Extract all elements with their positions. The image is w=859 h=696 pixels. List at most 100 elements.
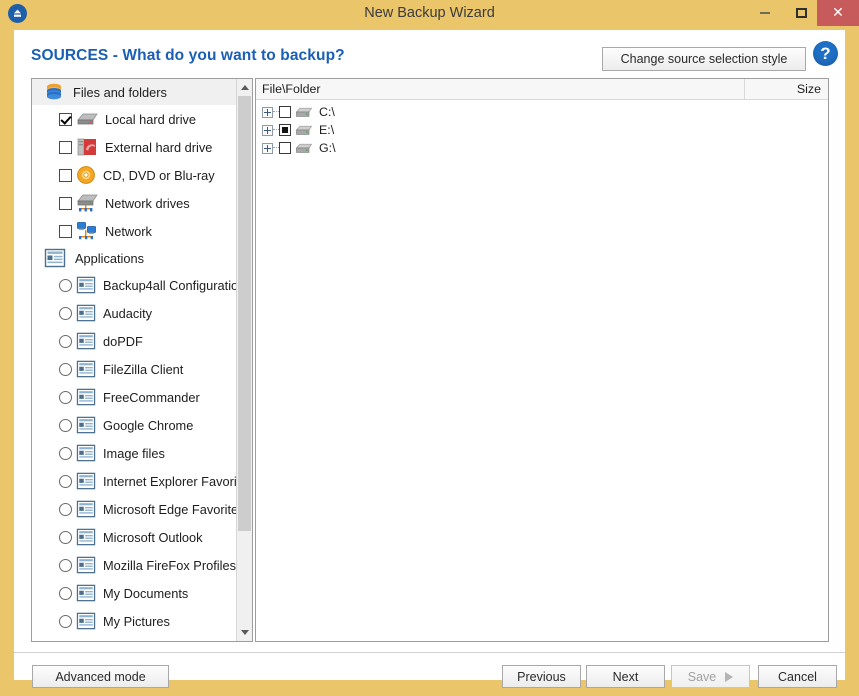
advanced-mode-button[interactable]: Advanced mode [32, 665, 169, 688]
application-item-mozilla-firefox-profiles[interactable]: Mozilla FireFox Profiles [32, 551, 236, 579]
application-item-label: FreeCommander [103, 389, 200, 405]
application-document-icon [44, 248, 66, 268]
sources-list-panel: Files and folders Local hard drive Exter… [31, 78, 253, 642]
scroll-up-arrow-button[interactable] [237, 79, 252, 96]
application-radio[interactable] [59, 474, 72, 488]
page-title: SOURCES - What do you want to backup? [31, 47, 345, 64]
application-radio[interactable] [59, 390, 72, 404]
tree-item-label: C:\ [319, 105, 335, 119]
source-checkbox-local-hard-drive[interactable] [59, 112, 72, 126]
maximize-button[interactable] [786, 0, 816, 26]
hard-drive-icon [77, 113, 98, 125]
sources-group-files-and-folders[interactable]: Files and folders [32, 79, 236, 105]
application-item-internet-explorer-favorites[interactable]: Internet Explorer Favorite [32, 467, 236, 495]
title-bar: New Backup Wizard ✕ [0, 0, 859, 26]
save-button[interactable]: Save [671, 665, 750, 688]
previous-button[interactable]: Previous [502, 665, 581, 688]
application-item-label: Mozilla FireFox Profiles [103, 557, 236, 573]
application-item-my-pictures[interactable]: My Pictures [32, 607, 236, 635]
application-item-microsoft-outlook[interactable]: Microsoft Outlook [32, 523, 236, 551]
source-item-label: CD, DVD or Blu-ray [103, 167, 215, 183]
source-checkbox-network[interactable] [59, 224, 72, 238]
column-header-size[interactable]: Size [745, 79, 828, 99]
application-item-freecommander[interactable]: FreeCommander [32, 383, 236, 411]
application-item-my-documents[interactable]: My Documents [32, 579, 236, 607]
application-document-icon [76, 556, 96, 574]
expand-plus-icon[interactable] [262, 124, 273, 136]
expand-plus-icon[interactable] [262, 142, 273, 154]
source-checkbox-cd-dvd-bluray[interactable] [59, 168, 72, 182]
sources-group-applications[interactable]: Applications [32, 245, 236, 271]
application-item-image-files[interactable]: Image files [32, 439, 236, 467]
application-document-icon [76, 276, 96, 294]
table-row[interactable]: C:\ [256, 103, 828, 121]
application-document-icon [76, 500, 96, 518]
application-radio[interactable] [59, 418, 72, 432]
application-item-label: Image files [103, 445, 165, 461]
application-item-audacity[interactable]: Audacity [32, 299, 236, 327]
application-radio[interactable] [59, 446, 72, 460]
source-item-local-hard-drive[interactable]: Local hard drive [32, 105, 236, 133]
drive-icon [295, 143, 313, 153]
file-tree-body: C:\ E:\ G:\ [256, 100, 828, 157]
scroll-down-arrow-button[interactable] [237, 624, 252, 641]
source-checkbox-external-hard-drive[interactable] [59, 140, 72, 154]
table-row[interactable]: E:\ [256, 121, 828, 139]
application-radio[interactable] [59, 306, 72, 320]
application-radio[interactable] [59, 614, 72, 628]
change-source-selection-style-button[interactable]: Change source selection style [602, 47, 806, 71]
application-item-label: My Pictures [103, 613, 170, 629]
application-document-icon [76, 584, 96, 602]
application-radio[interactable] [59, 558, 72, 572]
application-item-filezilla-client[interactable]: FileZilla Client [32, 355, 236, 383]
application-document-icon [76, 304, 96, 322]
save-button-label: Save [687, 669, 717, 684]
database-stack-icon [47, 83, 61, 100]
tree-checkbox-c-drive[interactable] [279, 106, 291, 118]
sources-group-label: Applications [75, 250, 145, 266]
help-button[interactable]: ? [813, 41, 838, 66]
application-radio[interactable] [59, 334, 72, 348]
application-radio[interactable] [59, 586, 72, 600]
minimize-button[interactable] [750, 0, 780, 26]
source-item-network[interactable]: Network [32, 217, 236, 245]
source-item-external-hard-drive[interactable]: External hard drive [32, 133, 236, 161]
column-header-file-folder[interactable]: File\Folder [256, 79, 745, 99]
source-item-cd-dvd-bluray[interactable]: CD, DVD or Blu-ray [32, 161, 236, 189]
next-button[interactable]: Next [586, 665, 665, 688]
external-drive-icon [77, 138, 96, 156]
network-icon [77, 222, 96, 240]
application-item-google-chrome[interactable]: Google Chrome [32, 411, 236, 439]
close-button[interactable]: ✕ [817, 0, 859, 26]
application-item-label: My Documents [103, 585, 189, 601]
sources-group-label: Files and folders [73, 84, 167, 100]
content-card: SOURCES - What do you want to backup? Ch… [14, 30, 845, 688]
scroll-down-arrow-icon [240, 630, 249, 635]
save-dropdown-arrow-icon[interactable] [725, 671, 734, 682]
source-checkbox-network-drives[interactable] [59, 196, 72, 210]
application-item-dopdf[interactable]: doPDF [32, 327, 236, 355]
application-document-icon [76, 360, 96, 378]
application-radio[interactable] [59, 362, 72, 376]
application-radio[interactable] [59, 278, 72, 292]
scrollbar-thumb[interactable] [238, 96, 251, 531]
application-radio[interactable] [59, 530, 72, 544]
application-document-icon [76, 388, 96, 406]
expand-plus-icon[interactable] [262, 106, 273, 118]
source-item-label: Local hard drive [105, 111, 197, 127]
cancel-button[interactable]: Cancel [758, 665, 837, 688]
sources-list-scroll-area: Files and folders Local hard drive Exter… [32, 79, 236, 641]
application-radio[interactable] [59, 502, 72, 516]
window-title: New Backup Wizard [364, 5, 495, 21]
tree-checkbox-e-drive[interactable] [279, 124, 291, 136]
table-row[interactable]: G:\ [256, 139, 828, 157]
window-frame: New Backup Wizard ✕ SOURCES - What do yo… [0, 0, 859, 696]
file-tree-panel: File\Folder Size C:\ E:\ G:\ [255, 78, 829, 642]
application-item-microsoft-edge-favorites[interactable]: Microsoft Edge Favorites [32, 495, 236, 523]
footer-divider [14, 652, 845, 653]
source-item-network-drives[interactable]: Network drives [32, 189, 236, 217]
drive-icon [295, 125, 313, 135]
sources-list-scrollbar[interactable] [236, 79, 252, 641]
application-item-backup4all-configuration[interactable]: Backup4all Configuratio [32, 271, 236, 299]
tree-checkbox-g-drive[interactable] [279, 142, 291, 154]
